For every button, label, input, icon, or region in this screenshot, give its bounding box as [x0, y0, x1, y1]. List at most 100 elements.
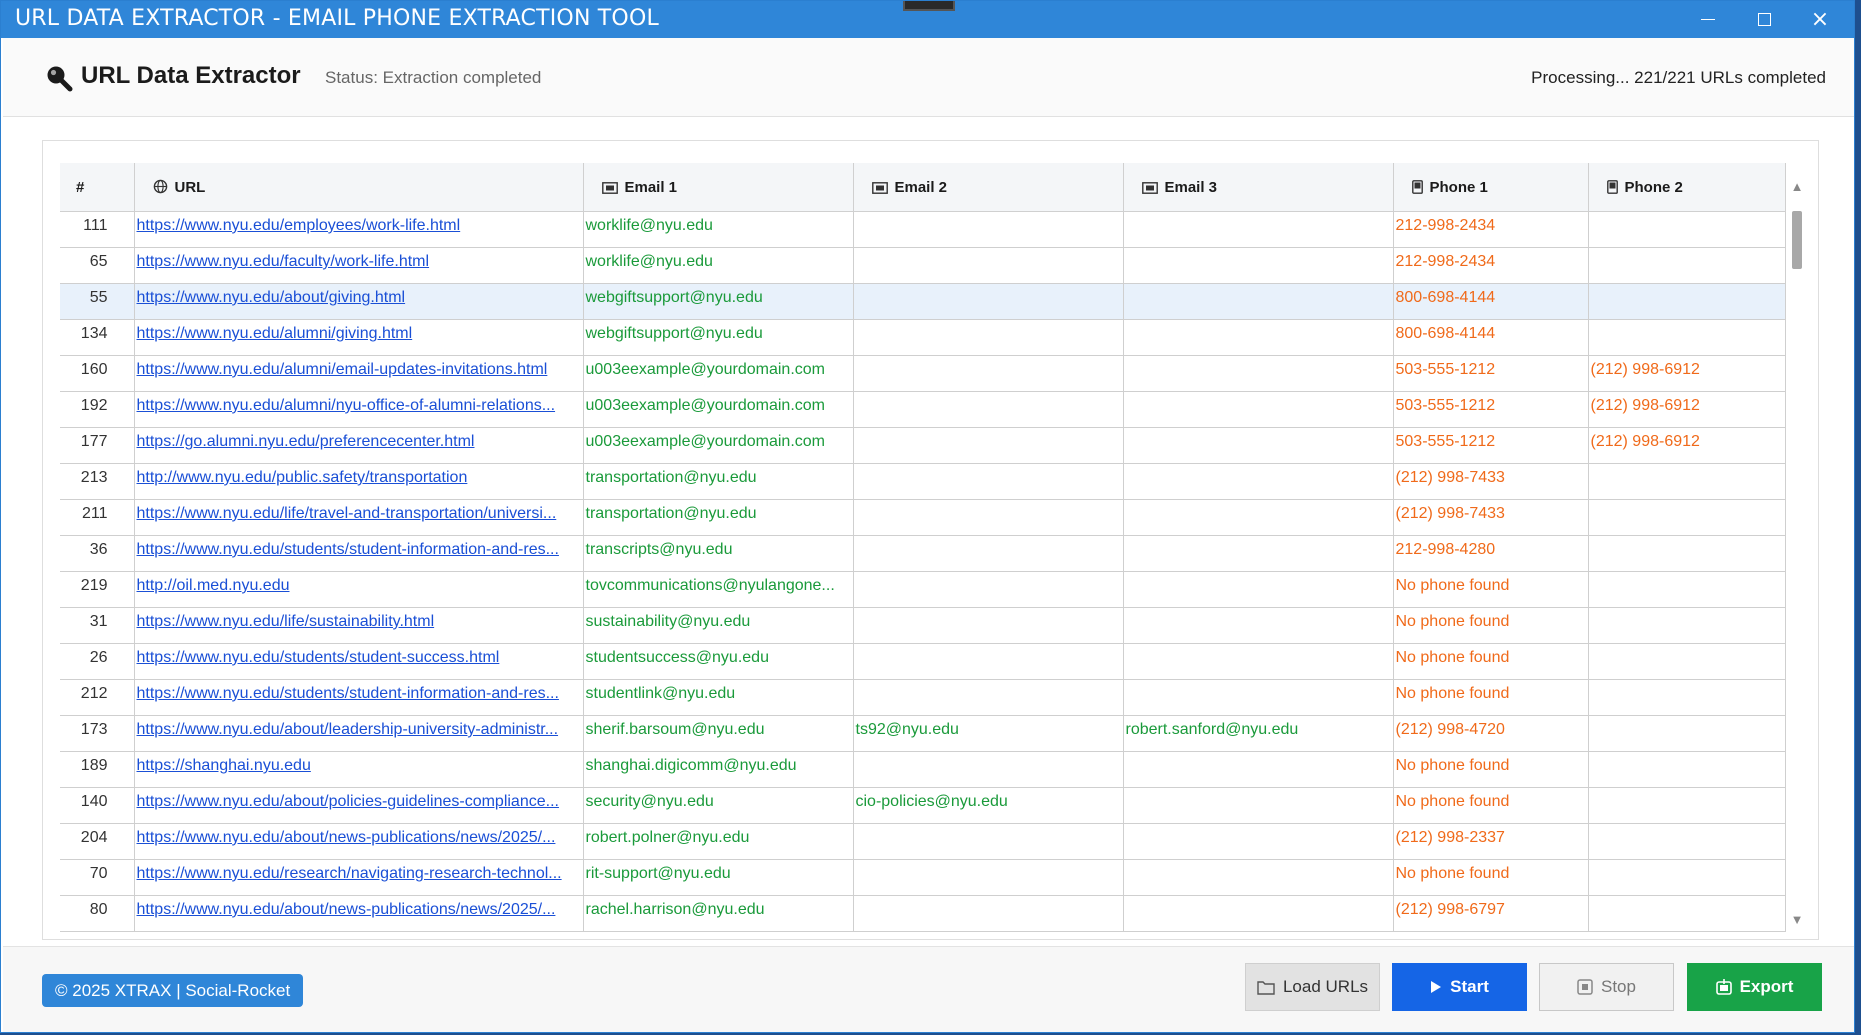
url-link[interactable]: https://www.nyu.edu/about/leadership-uni…	[134, 715, 584, 752]
globe-icon	[153, 179, 167, 193]
table-row[interactable]: 189 https://shanghai.nyu.edu shanghai.digi…	[60, 751, 1786, 788]
url-link[interactable]: https://www.nyu.edu/alumni/giving.html	[134, 319, 584, 356]
phone2-cell	[1588, 751, 1786, 788]
email2-cell	[853, 319, 1124, 356]
table-row[interactable]: 111 https://www.nyu.edu/employees/work-li…	[60, 211, 1786, 248]
table-row[interactable]: 192 https://www.nyu.edu/alumni/nyu-office…	[60, 391, 1786, 428]
email3-cell	[1123, 787, 1394, 824]
column-header-number[interactable]: #	[60, 163, 135, 212]
copyright-badge[interactable]: © 2025 XTRAX | Social-Rocket	[42, 974, 304, 1007]
column-header-url[interactable]: URL	[134, 163, 584, 212]
table-row[interactable]: 70 https://www.nyu.edu/research/navigatin…	[60, 859, 1786, 896]
start-button[interactable]: Start	[1392, 963, 1527, 1011]
status-text: Status: Extraction completed	[325, 68, 542, 87]
results-grid[interactable]: # URL Email 1 Email 2 Email 3 Phone 1 Ph…	[60, 163, 1787, 941]
scrollbar-thumb[interactable]	[1792, 211, 1802, 269]
stop-button[interactable]: Stop	[1539, 963, 1674, 1011]
email1-cell: webgiftsupport@nyu.edu	[583, 283, 854, 320]
phone1-cell: No phone found	[1393, 679, 1589, 716]
url-link[interactable]: https://www.nyu.edu/research/navigating-…	[134, 859, 584, 896]
minimize-button[interactable]	[1680, 1, 1736, 38]
email1-cell: transportation@nyu.edu	[583, 499, 854, 536]
email3-cell	[1123, 211, 1394, 248]
load-urls-button[interactable]: Load URLs	[1245, 963, 1380, 1011]
scroll-down-icon[interactable]: ▼	[1789, 913, 1805, 926]
table-row[interactable]: 26 https://www.nyu.edu/students/student-s…	[60, 643, 1786, 680]
email3-cell	[1123, 895, 1394, 932]
phone2-cell	[1588, 895, 1786, 932]
url-link[interactable]: https://shanghai.nyu.edu	[134, 751, 584, 788]
email1-cell: worklife@nyu.edu	[583, 211, 854, 248]
phone2-cell	[1588, 823, 1786, 860]
table-row[interactable]: 80 https://www.nyu.edu/about/news-publica…	[60, 895, 1786, 932]
email3-cell	[1123, 283, 1394, 320]
column-header-email3[interactable]: Email 3	[1123, 163, 1394, 212]
url-link[interactable]: https://www.nyu.edu/faculty/work-life.ht…	[134, 247, 584, 284]
url-link[interactable]: https://www.nyu.edu/life/sustainability.…	[134, 607, 584, 644]
close-button[interactable]: ×	[1792, 1, 1848, 38]
phone2-cell	[1588, 211, 1786, 248]
table-row[interactable]: 140 https://www.nyu.edu/about/policies-gu…	[60, 787, 1786, 824]
phone1-cell: 212-998-2434	[1393, 211, 1589, 248]
url-link[interactable]: http://www.nyu.edu/public.safety/transpo…	[134, 463, 584, 500]
table-row[interactable]: 177 https://go.alumni.nyu.edu/preferencec…	[60, 427, 1786, 464]
url-link[interactable]: https://www.nyu.edu/alumni/email-updates…	[134, 355, 584, 392]
url-link[interactable]: https://www.nyu.edu/about/news-publicati…	[134, 895, 584, 932]
email1-cell: studentsuccess@nyu.edu	[583, 643, 854, 680]
url-link[interactable]: https://www.nyu.edu/students/student-inf…	[134, 535, 584, 572]
phone1-cell: No phone found	[1393, 643, 1589, 680]
row-number: 219	[60, 571, 135, 608]
url-link[interactable]: https://www.nyu.edu/students/student-suc…	[134, 643, 584, 680]
table-row[interactable]: 55 https://www.nyu.edu/about/giving.html w…	[60, 283, 1786, 320]
row-number: 177	[60, 427, 135, 464]
row-number: 31	[60, 607, 135, 644]
table-row[interactable]: 211 https://www.nyu.edu/life/travel-and-t…	[60, 499, 1786, 536]
column-header-phone1[interactable]: Phone 1	[1393, 163, 1589, 212]
phone1-cell: 503-555-1212	[1393, 427, 1589, 464]
email2-cell	[853, 823, 1124, 860]
url-link[interactable]: https://www.nyu.edu/students/student-inf…	[134, 679, 584, 716]
url-link[interactable]: https://www.nyu.edu/employees/work-life.…	[134, 211, 584, 248]
phone1-cell: No phone found	[1393, 859, 1589, 896]
phone1-cell: 212-998-4280	[1393, 535, 1589, 572]
column-header-email1[interactable]: Email 1	[583, 163, 854, 212]
table-row[interactable]: 134 https://www.nyu.edu/alumni/giving.htm…	[60, 319, 1786, 356]
table-row[interactable]: 204 https://www.nyu.edu/about/news-public…	[60, 823, 1786, 860]
url-link[interactable]: https://www.nyu.edu/alumni/nyu-office-of…	[134, 391, 584, 428]
title-bar[interactable]: URL DATA EXTRACTOR - EMAIL PHONE EXTRACT…	[1, 1, 1854, 38]
email3-cell	[1123, 751, 1394, 788]
url-link[interactable]: https://go.alumni.nyu.edu/preferencecent…	[134, 427, 584, 464]
phone2-cell	[1588, 787, 1786, 824]
table-row[interactable]: 213 http://www.nyu.edu/public.safety/tran…	[60, 463, 1786, 500]
table-row[interactable]: 160 https://www.nyu.edu/alumni/email-upda…	[60, 355, 1786, 392]
export-button[interactable]: Export	[1687, 963, 1822, 1011]
maximize-icon	[1757, 13, 1771, 26]
url-link[interactable]: https://www.nyu.edu/about/giving.html	[134, 283, 584, 320]
email1-cell: robert.polner@nyu.edu	[583, 823, 854, 860]
url-link[interactable]: http://oil.med.nyu.edu	[134, 571, 584, 608]
table-row[interactable]: 212 https://www.nyu.edu/students/student-…	[60, 679, 1786, 716]
vertical-scrollbar[interactable]: ▲ ▼	[1789, 180, 1805, 926]
table-row[interactable]: 36 https://www.nyu.edu/students/student-i…	[60, 535, 1786, 572]
email1-cell: sustainability@nyu.edu	[583, 607, 854, 644]
phone1-cell: (212) 998-7433	[1393, 463, 1589, 500]
table-row[interactable]: 219 http://oil.med.nyu.edu tovcommunicatio…	[60, 571, 1786, 608]
scroll-up-icon[interactable]: ▲	[1789, 180, 1805, 193]
url-link[interactable]: https://www.nyu.edu/life/travel-and-tran…	[134, 499, 584, 536]
phone2-cell	[1588, 535, 1786, 572]
table-row[interactable]: 65 https://www.nyu.edu/faculty/work-life.…	[60, 247, 1786, 284]
url-link[interactable]: https://www.nyu.edu/about/news-publicati…	[134, 823, 584, 860]
table-row[interactable]: 31 https://www.nyu.edu/life/sustainabilit…	[60, 607, 1786, 644]
email1-cell: u003eexample@yourdomain.com	[583, 427, 854, 464]
table-row[interactable]: 173 https://www.nyu.edu/about/leadership-…	[60, 715, 1786, 752]
url-link[interactable]: https://www.nyu.edu/about/policies-guide…	[134, 787, 584, 824]
phone1-cell: (212) 998-4720	[1393, 715, 1589, 752]
phone2-cell	[1588, 715, 1786, 752]
email1-cell: webgiftsupport@nyu.edu	[583, 319, 854, 356]
phone1-cell: 503-555-1212	[1393, 355, 1589, 392]
column-header-email2[interactable]: Email 2	[853, 163, 1124, 212]
maximize-button[interactable]	[1736, 1, 1792, 38]
phone2-cell	[1588, 283, 1786, 320]
magnifier-icon	[47, 66, 73, 92]
column-header-phone2[interactable]: Phone 2	[1588, 163, 1786, 212]
